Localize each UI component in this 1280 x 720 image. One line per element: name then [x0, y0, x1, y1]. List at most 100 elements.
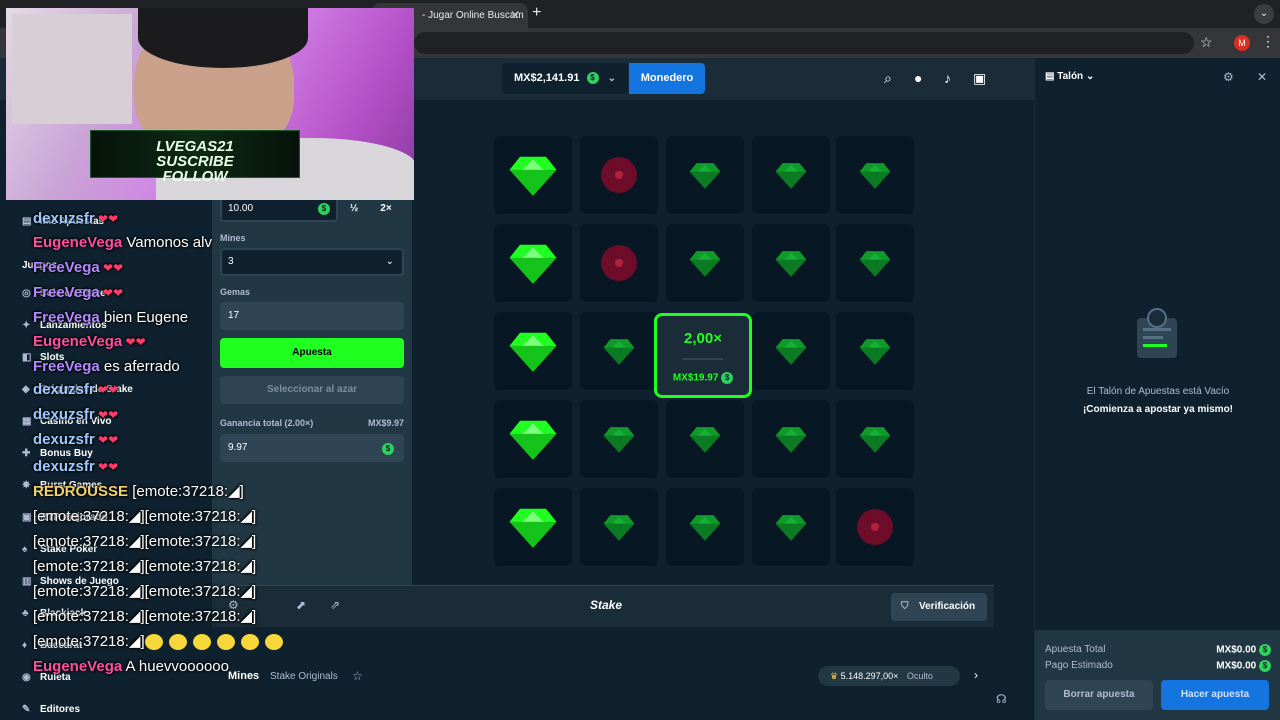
- betslip-panel: ▤ Talón ⌄ ⚙ ✕ El Talón de Apuestas está …: [1034, 58, 1280, 720]
- chat-message: FreeVega es aferrado: [33, 358, 180, 376]
- betslip-title[interactable]: ▤ Talón ⌄: [1045, 71, 1094, 82]
- favorite-star-icon[interactable]: ☆: [352, 669, 363, 683]
- chat-username: dexuzsfr: [33, 381, 95, 398]
- close-icon[interactable]: ✕: [1257, 70, 1267, 84]
- board-tile[interactable]: [580, 488, 658, 566]
- gem-icon: [775, 427, 807, 453]
- double-bet-button[interactable]: 2×: [370, 198, 402, 220]
- chevron-down-icon[interactable]: ⌄: [1254, 4, 1274, 24]
- heart-emote-icon: ❤❤: [122, 335, 146, 349]
- chat-text: A huevvoooooo: [122, 658, 229, 675]
- board-tile[interactable]: [752, 488, 830, 566]
- balance-selector[interactable]: MX$2,141.91 $ ⌄: [502, 63, 628, 94]
- bookmark-star-icon[interactable]: ☆: [1200, 34, 1213, 51]
- chat-username: EugeneVega: [33, 658, 123, 675]
- chick-emote-icon: [144, 634, 163, 651]
- bell-icon[interactable]: ♪: [944, 70, 951, 86]
- gem-icon: [509, 156, 557, 196]
- search-icon[interactable]: ⌕: [884, 70, 892, 86]
- board-tile[interactable]: [836, 488, 914, 566]
- board-tile[interactable]: [836, 136, 914, 214]
- chat-text: [emote:37218:◢][emote:37218:◢]: [33, 608, 257, 625]
- chat-message: [emote:37218:◢][emote:37218:◢]: [33, 608, 256, 626]
- chick-emote-icon: [264, 634, 283, 651]
- board-tile[interactable]: [580, 136, 658, 214]
- board-tile[interactable]: [836, 312, 914, 390]
- wallet-button[interactable]: Monedero: [629, 63, 705, 94]
- board-tile[interactable]: [580, 400, 658, 478]
- balance-amount: MX$2,141.91: [514, 72, 580, 84]
- avatar[interactable]: M: [1234, 35, 1250, 51]
- game-info-bar: Mines Stake Originals ☆ ♛ 5.148.297,00× …: [212, 656, 994, 696]
- user-icon[interactable]: ●: [914, 70, 922, 86]
- board-tile[interactable]: [752, 312, 830, 390]
- gear-icon[interactable]: ⚙: [1223, 70, 1234, 84]
- sidebar-toggle-icon[interactable]: ▣: [973, 70, 986, 86]
- board-tile[interactable]: [494, 488, 572, 566]
- gem-icon: [859, 339, 891, 365]
- board-tile[interactable]: [494, 400, 572, 478]
- board-tile[interactable]: [494, 224, 572, 302]
- chat-message: FreeVega bien Eugene: [33, 309, 188, 327]
- chat-message: [emote:37218:◢][emote:37218:◢]: [33, 533, 256, 551]
- board-tile[interactable]: [666, 136, 744, 214]
- heart-emote-icon: ❤❤: [94, 460, 119, 474]
- gem-icon: [775, 515, 807, 541]
- chick-emote-icon: [192, 634, 211, 651]
- chat-message: FreeVega ❤❤: [33, 259, 123, 277]
- board-tile[interactable]: [494, 312, 572, 390]
- popout-icon[interactable]: ⇗: [330, 598, 340, 612]
- board-tile[interactable]: [836, 400, 914, 478]
- sidebar-item-editors[interactable]: ✎ Editores: [22, 704, 80, 715]
- new-tab-button[interactable]: +: [532, 4, 541, 22]
- board-tile[interactable]: [666, 224, 744, 302]
- board-tile[interactable]: [494, 136, 572, 214]
- board-tile[interactable]: [752, 224, 830, 302]
- half-bet-button[interactable]: ½: [338, 198, 370, 220]
- game-footer: ⚙ ⬈ ⇗ Stake ⛉ Verificación: [212, 585, 994, 627]
- board-tile[interactable]: [580, 312, 658, 390]
- chat-username: FreeVega: [33, 309, 100, 326]
- chevron-right-icon[interactable]: ›: [974, 668, 978, 682]
- chat-text: [emote:37218:◢]: [33, 633, 145, 650]
- clear-bet-button[interactable]: Borrar apuesta: [1045, 680, 1153, 710]
- board-tile[interactable]: [752, 400, 830, 478]
- chat-message: dexuzsfr ❤❤: [33, 458, 118, 476]
- coin-icon: $: [1259, 660, 1271, 672]
- mine-icon: [601, 245, 637, 281]
- chat-message: FreeVega ❤❤: [33, 284, 123, 302]
- board-tile[interactable]: [580, 224, 658, 302]
- support-headset-icon[interactable]: ☊: [996, 692, 1007, 706]
- profit-amount: MX$9.97: [367, 418, 404, 428]
- gem-icon: [509, 332, 557, 372]
- address-bar[interactable]: [414, 32, 1194, 54]
- gem-icon: [509, 420, 557, 460]
- gem-icon: [603, 339, 635, 365]
- shield-icon: ⛉: [901, 601, 909, 612]
- chat-username: EugeneVega: [33, 333, 123, 350]
- cashout-amount: MX$19.97 $: [657, 372, 749, 384]
- chat-text: [emote:37218:◢][emote:37218:◢]: [33, 533, 257, 550]
- gem-icon: [689, 163, 721, 189]
- record-badge[interactable]: ♛ 5.148.297,00× Oculto: [818, 666, 960, 686]
- chick-emote-icon: [240, 634, 259, 651]
- chat-message: EugeneVega ❤❤: [33, 333, 146, 351]
- verification-button[interactable]: ⛉ Verificación: [891, 593, 987, 621]
- gem-icon: [689, 515, 721, 541]
- close-icon[interactable]: ✕: [510, 3, 520, 28]
- board-tile[interactable]: [666, 488, 744, 566]
- chat-message: dexuzsfr ❤❤: [33, 431, 118, 449]
- cashout-tile[interactable]: 2,00× MX$19.97 $: [654, 313, 752, 398]
- place-bet-button[interactable]: Hacer apuesta: [1161, 680, 1269, 710]
- chat-message: dexuzsfr ❤❤: [33, 381, 118, 399]
- chat-text: [emote:37218:◢]: [128, 483, 244, 500]
- browser-menu-icon[interactable]: ⋮: [1261, 33, 1275, 50]
- board-tile[interactable]: [752, 136, 830, 214]
- streamer-cap: [138, 8, 308, 68]
- board-tile[interactable]: [666, 400, 744, 478]
- chat-message: [emote:37218:◢][emote:37218:◢]: [33, 583, 256, 601]
- trophy-icon: ♛: [830, 671, 839, 681]
- board-tile[interactable]: [836, 224, 914, 302]
- chat-username: dexuzsfr: [33, 406, 95, 423]
- empty-betslip-illustration: [1137, 308, 1177, 358]
